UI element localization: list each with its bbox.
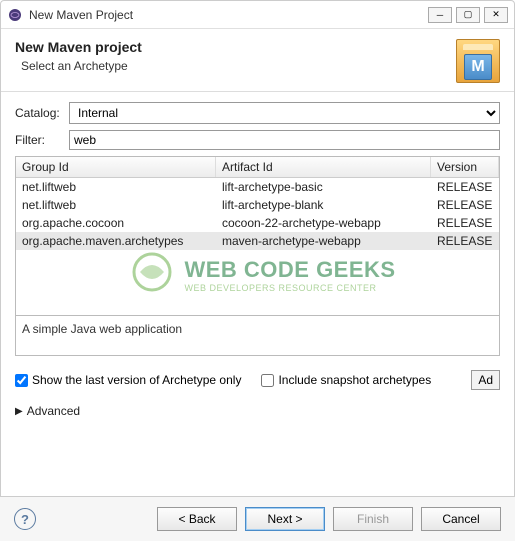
advanced-label: Advanced (27, 404, 80, 418)
close-button[interactable]: ✕ (484, 7, 508, 23)
archetype-table[interactable]: Group Id Artifact Id Version net.liftweb… (15, 156, 500, 316)
table-row[interactable]: net.liftweblift-archetype-blankRELEASE (16, 196, 499, 214)
window-title: New Maven Project (29, 8, 428, 22)
catalog-label: Catalog: (15, 106, 69, 120)
wizard-header: New Maven project Select an Archetype M (1, 29, 514, 92)
cell-group: org.apache.maven.archetypes (16, 232, 216, 250)
eclipse-icon (7, 7, 23, 23)
cell-version: RELEASE (431, 214, 499, 232)
next-button[interactable]: Next > (245, 507, 325, 531)
titlebar: New Maven Project ─ ▢ ✕ (1, 1, 514, 29)
table-row[interactable]: org.apache.cocooncocoon-22-archetype-web… (16, 214, 499, 232)
show-last-version-checkbox[interactable]: Show the last version of Archetype only (15, 373, 241, 387)
page-subtitle: Select an Archetype (15, 59, 456, 73)
cell-group: org.apache.cocoon (16, 214, 216, 232)
cell-artifact: maven-archetype-webapp (216, 232, 431, 250)
table-row[interactable]: org.apache.maven.archetypesmaven-archety… (16, 232, 499, 250)
cell-artifact: lift-archetype-basic (216, 178, 431, 196)
maximize-button[interactable]: ▢ (456, 7, 480, 23)
wizard-footer: ? < Back Next > Finish Cancel (0, 496, 515, 541)
include-snapshot-checkbox[interactable]: Include snapshot archetypes (261, 373, 431, 387)
filter-input[interactable] (69, 130, 500, 150)
cell-version: RELEASE (431, 196, 499, 214)
add-archetype-button[interactable]: Ad (471, 370, 500, 390)
cancel-button[interactable]: Cancel (421, 507, 501, 531)
page-title: New Maven project (15, 39, 456, 55)
cell-group: net.liftweb (16, 178, 216, 196)
cell-version: RELEASE (431, 232, 499, 250)
finish-button[interactable]: Finish (333, 507, 413, 531)
catalog-select[interactable]: Internal (69, 102, 500, 124)
help-icon[interactable]: ? (14, 508, 36, 530)
maven-m-icon: M (464, 54, 492, 80)
column-header-version[interactable]: Version (431, 157, 499, 177)
back-button[interactable]: < Back (157, 507, 237, 531)
column-header-group[interactable]: Group Id (16, 157, 216, 177)
minimize-button[interactable]: ─ (428, 7, 452, 23)
table-row[interactable]: net.liftweblift-archetype-basicRELEASE (16, 178, 499, 196)
cell-group: net.liftweb (16, 196, 216, 214)
include-snapshot-label: Include snapshot archetypes (278, 373, 431, 387)
show-last-version-label: Show the last version of Archetype only (32, 373, 241, 387)
cell-version: RELEASE (431, 178, 499, 196)
filter-label: Filter: (15, 133, 69, 147)
cell-artifact: cocoon-22-archetype-webapp (216, 214, 431, 232)
cell-artifact: lift-archetype-blank (216, 196, 431, 214)
chevron-right-icon: ▶ (15, 406, 23, 417)
advanced-toggle[interactable]: ▶ Advanced (15, 404, 500, 418)
archetype-description: A simple Java web application (15, 316, 500, 356)
column-header-artifact[interactable]: Artifact Id (216, 157, 431, 177)
maven-folder-icon: M (456, 39, 500, 83)
